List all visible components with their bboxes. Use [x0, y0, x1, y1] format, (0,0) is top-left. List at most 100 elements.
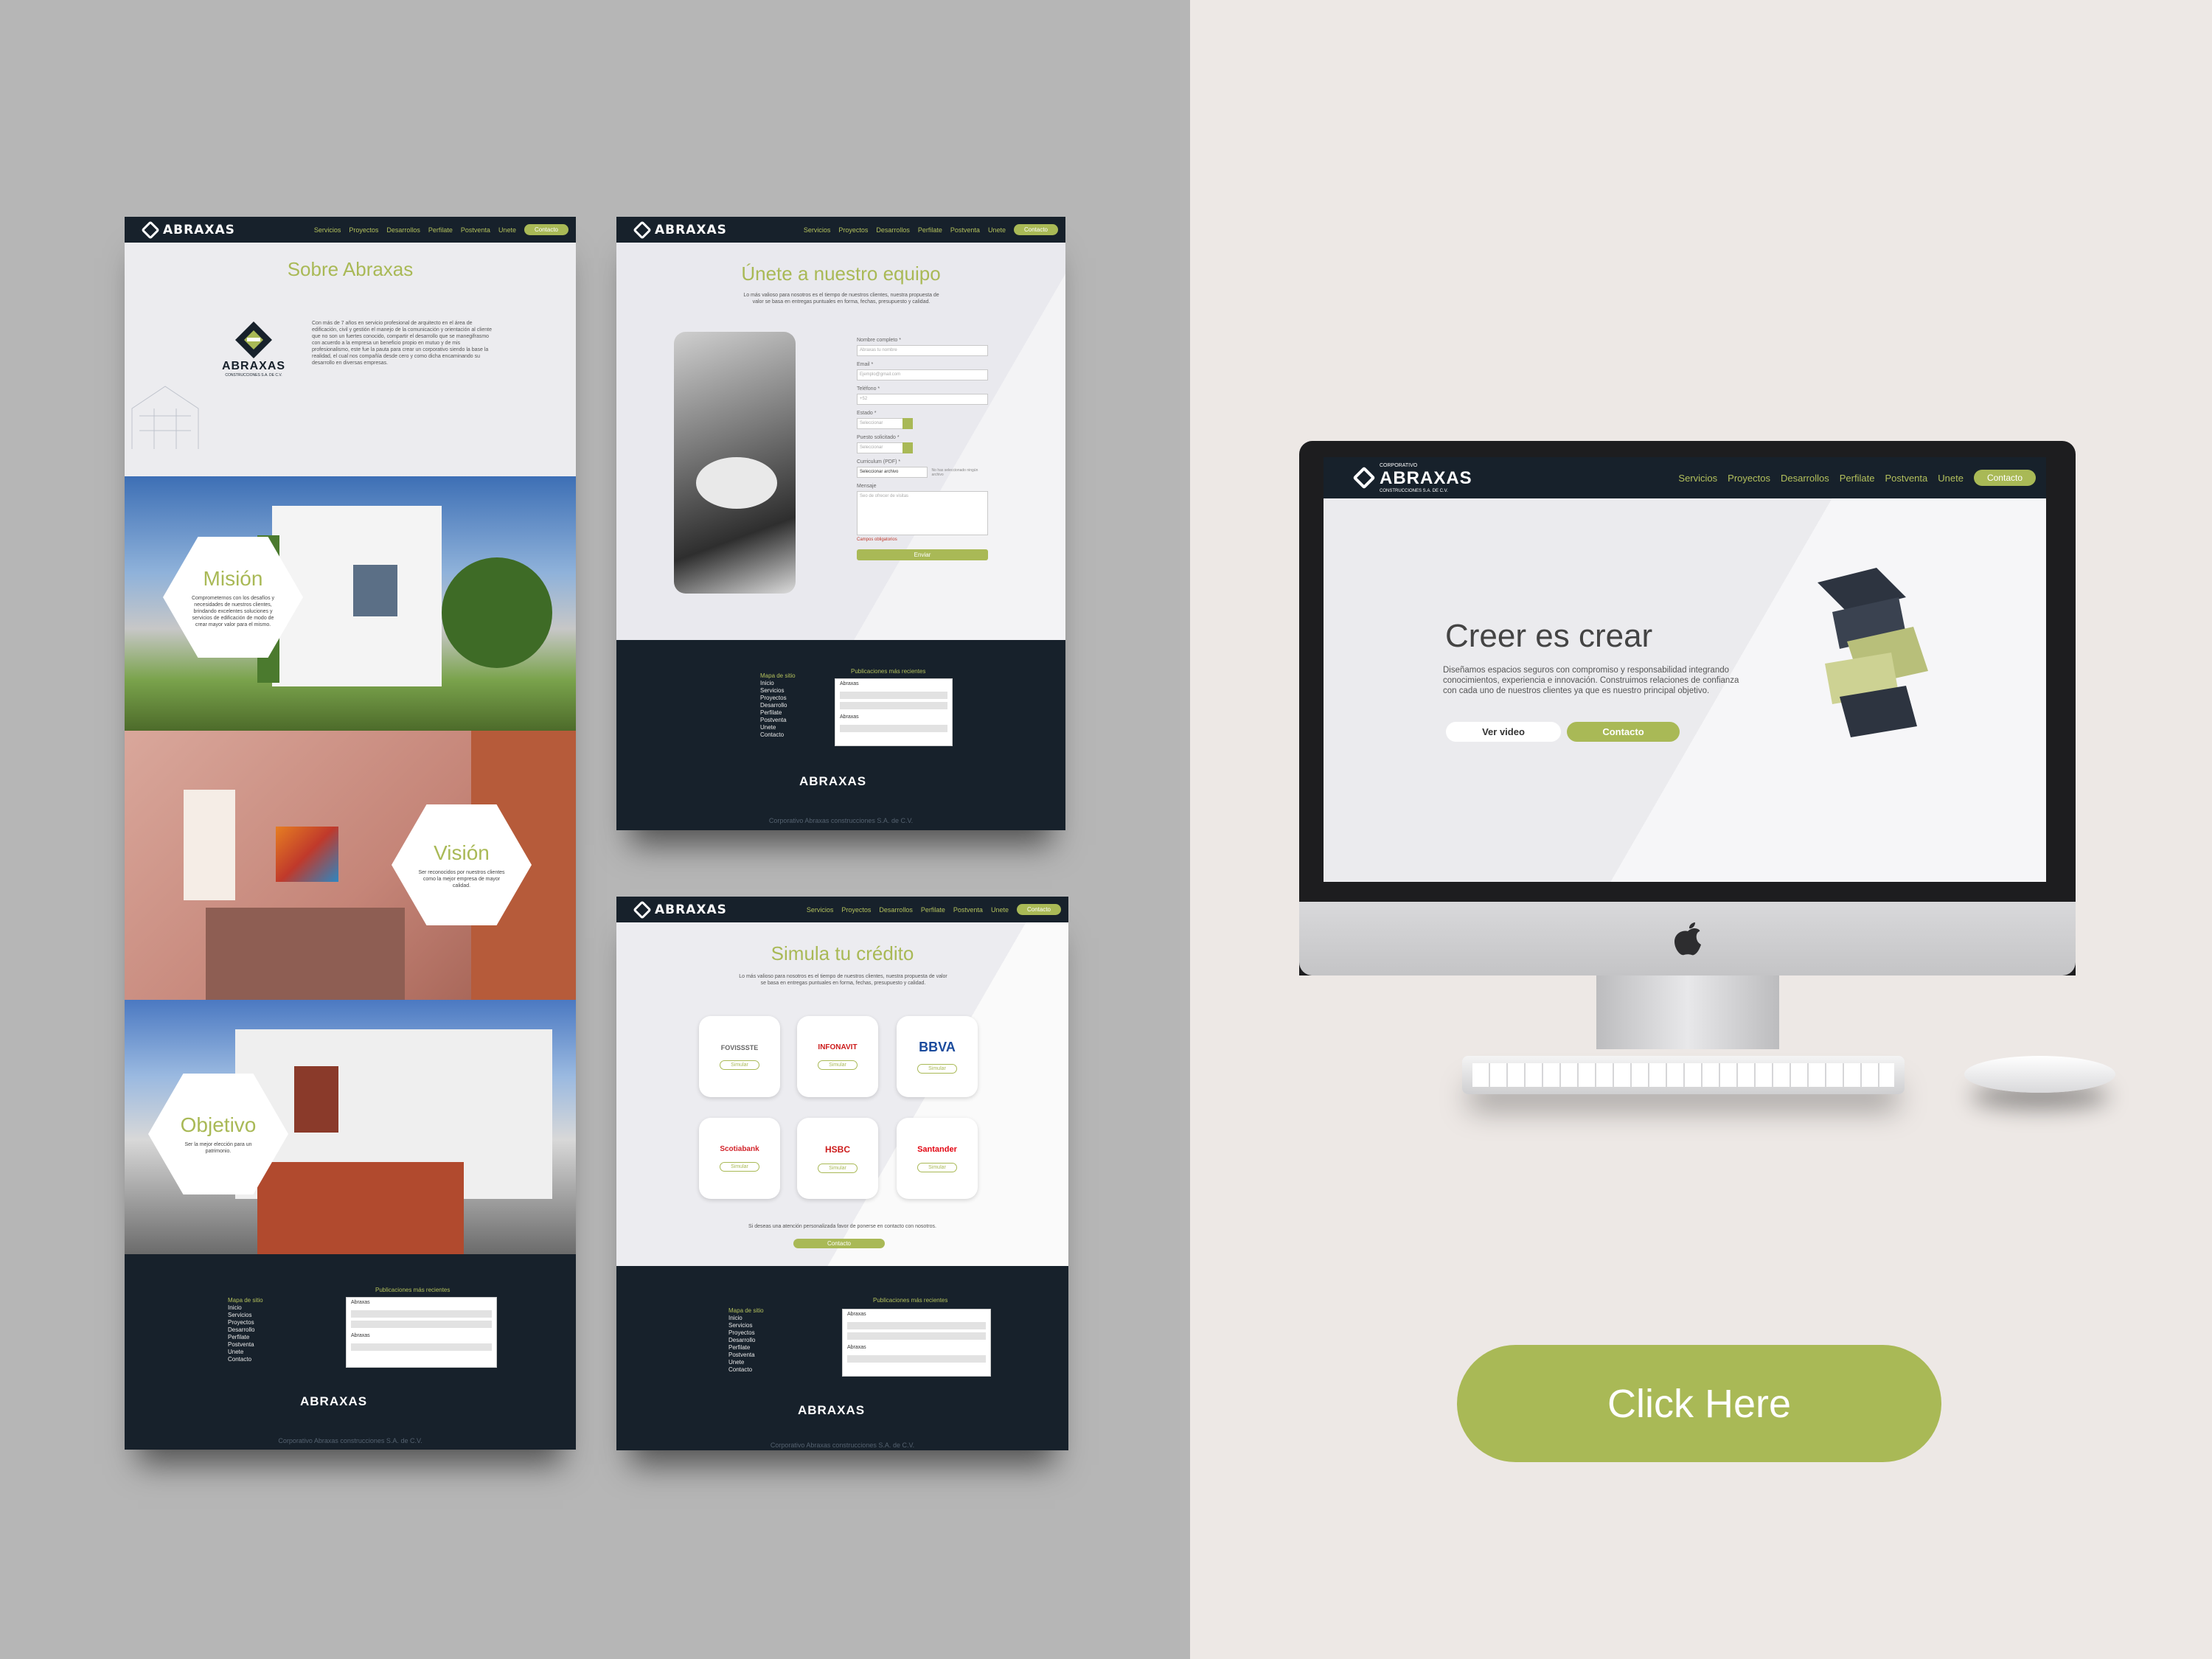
top-nav: ABRAXAS Servicios Proyectos Desarrollos … [125, 217, 576, 243]
nav-proyectos[interactable]: Proyectos [838, 226, 868, 234]
sitemap-link[interactable]: Servicios [728, 1322, 764, 1329]
state-select[interactable]: Seleccionar [857, 418, 913, 429]
nav-servicios[interactable]: Servicios [807, 906, 834, 914]
nav-contact-button[interactable]: Contacto [1016, 904, 1061, 915]
monitor-stand [1596, 975, 1779, 1049]
sitemap-link[interactable]: Contacto [760, 731, 796, 739]
position-label: Puesto solicitado * [857, 435, 900, 440]
brand-logo[interactable]: ABRAXAS [141, 220, 235, 240]
nav-perfilate[interactable]: Perfilate [918, 226, 942, 234]
sitemap-link[interactable]: Perfilate [728, 1344, 764, 1352]
simulate-button[interactable]: Simular [917, 1162, 957, 1172]
sitemap-link[interactable]: Perfilate [760, 709, 796, 717]
nav-desarrollos[interactable]: Desarrollos [879, 906, 913, 914]
file-note: No has seleccionado ningún archivo [931, 467, 978, 477]
sitemap-link[interactable]: Proyectos [728, 1329, 764, 1337]
nav-contact-button[interactable]: Contacto [524, 224, 568, 235]
required-note: Campos obligatorios [857, 538, 897, 542]
sitemap-link[interactable]: Desarrollo [228, 1326, 263, 1334]
nav-unete[interactable]: Unete [498, 226, 516, 234]
sitemap-link[interactable]: Perfilate [228, 1334, 263, 1341]
phone-field[interactable]: +52 [857, 394, 988, 405]
sitemap-link[interactable]: Servicios [760, 687, 796, 695]
sitemap-link[interactable]: Contacto [728, 1366, 764, 1374]
email-field[interactable]: Ejemplo@gmail.com [857, 369, 988, 380]
nav-unete[interactable]: Unete [991, 906, 1009, 914]
nav-postventa[interactable]: Postventa [461, 226, 490, 234]
nav-desarrollos[interactable]: Desarrollos [1781, 473, 1829, 484]
nav-proyectos[interactable]: Proyectos [349, 226, 378, 234]
position-select[interactable]: Seleccionar [857, 442, 913, 453]
simulate-button[interactable]: Simular [818, 1163, 858, 1173]
sitemap-link[interactable]: Inicio [228, 1304, 263, 1312]
footer-logo[interactable]: ABRAXAS [798, 1403, 865, 1418]
nav-postventa[interactable]: Postventa [950, 226, 980, 234]
footer-logo[interactable]: ABRAXAS [300, 1394, 367, 1409]
sitemap-link[interactable]: Unete [228, 1349, 263, 1356]
social-feed[interactable]: Abraxas Abraxas [842, 1309, 991, 1377]
credit-contact-button[interactable]: Contacto [793, 1239, 885, 1248]
footer-logo[interactable]: ABRAXAS [799, 774, 866, 789]
hero-contact-button[interactable]: Contacto [1567, 722, 1680, 742]
sitemap-link[interactable]: Postventa [728, 1352, 764, 1359]
sitemap-link[interactable]: Proyectos [228, 1319, 263, 1326]
nav-servicios[interactable]: Servicios [314, 226, 341, 234]
screen-brand-logo[interactable]: CORPORATIVO ABRAXAS CONSTRUCCIONES S.A. … [1352, 463, 1472, 493]
bank-card-fovissste[interactable]: FOVISSSTE Simular [699, 1016, 780, 1097]
nav-perfilate[interactable]: Perfilate [921, 906, 945, 914]
sitemap-link[interactable]: Desarrollo [728, 1337, 764, 1344]
sitemap-link[interactable]: Contacto [228, 1356, 263, 1363]
nav-postventa[interactable]: Postventa [953, 906, 983, 914]
simulate-button[interactable]: Simular [818, 1060, 858, 1070]
nav-servicios[interactable]: Servicios [804, 226, 831, 234]
nav-unete[interactable]: Unete [1938, 473, 1964, 484]
bank-card-infonavit[interactable]: INFONAVIT Simular [797, 1016, 878, 1097]
abraxas-logo-icon [633, 900, 652, 919]
sitemap-link[interactable]: Inicio [728, 1315, 764, 1322]
click-here-button[interactable]: Click Here [1457, 1345, 1941, 1462]
position-select-value: Seleccionar [860, 445, 883, 450]
watch-video-button[interactable]: Ver video [1446, 722, 1561, 742]
join-intro: Lo más valioso para nosotros es el tiemp… [743, 293, 939, 305]
nav-unete[interactable]: Unete [988, 226, 1006, 234]
nav-desarrollos[interactable]: Desarrollos [876, 226, 910, 234]
nav-proyectos[interactable]: Proyectos [841, 906, 871, 914]
message-textarea[interactable]: Seo de ofrecer de visitas [857, 491, 988, 535]
brand-logo[interactable]: ABRAXAS [633, 900, 727, 919]
bank-card-santander[interactable]: Santander Simular [897, 1118, 978, 1199]
social-feed[interactable]: Abraxas Abraxas [835, 678, 953, 746]
nav-perfilate[interactable]: Perfilate [428, 226, 453, 234]
sitemap-link[interactable]: Unete [760, 724, 796, 731]
objective-image: Objetivo Ser la mejor elección para un p… [125, 1000, 576, 1254]
sitemap-link[interactable]: Unete [728, 1359, 764, 1366]
abraxas-logo-icon [141, 220, 160, 240]
simulate-button[interactable]: Simular [917, 1064, 957, 1074]
scotiabank-logo: Scotiabank [720, 1145, 759, 1153]
bank-card-bbva[interactable]: BBVA Simular [897, 1016, 978, 1097]
sitemap-link[interactable]: Postventa [228, 1341, 263, 1349]
bank-card-scotiabank[interactable]: Scotiabank Simular [699, 1118, 780, 1199]
bank-card-hsbc[interactable]: HSBC Simular [797, 1118, 878, 1199]
brand-name: ABRAXAS [655, 902, 727, 917]
social-feed[interactable]: Abraxas Abraxas [346, 1297, 497, 1368]
file-button[interactable]: Seleccionar archivo [857, 467, 928, 478]
nav-contact-button[interactable]: Contacto [1973, 470, 2036, 486]
name-field[interactable]: Abraxas tu nombre [857, 345, 988, 356]
nav-proyectos[interactable]: Proyectos [1728, 473, 1770, 484]
nav-perfilate[interactable]: Perfilate [1840, 473, 1875, 484]
abraxas-logo-icon [633, 220, 652, 240]
nav-desarrollos[interactable]: Desarrollos [386, 226, 420, 234]
submit-button[interactable]: Enviar [857, 549, 988, 560]
sitemap-link[interactable]: Desarrollo [760, 702, 796, 709]
nav-servicios[interactable]: Servicios [1678, 473, 1717, 484]
nav-contact-button[interactable]: Contacto [1013, 224, 1058, 235]
sitemap-link[interactable]: Inicio [760, 680, 796, 687]
simulate-button[interactable]: Simular [720, 1060, 759, 1070]
sitemap-link[interactable]: Postventa [760, 717, 796, 724]
simulate-button[interactable]: Simular [720, 1162, 759, 1172]
brand-logo[interactable]: ABRAXAS [633, 220, 727, 240]
sitemap-link[interactable]: Proyectos [760, 695, 796, 702]
nav-postventa[interactable]: Postventa [1885, 473, 1927, 484]
sitemap-link[interactable]: Servicios [228, 1312, 263, 1319]
credit-intro: Lo más valioso para nosotros es el tiemp… [739, 974, 947, 986]
